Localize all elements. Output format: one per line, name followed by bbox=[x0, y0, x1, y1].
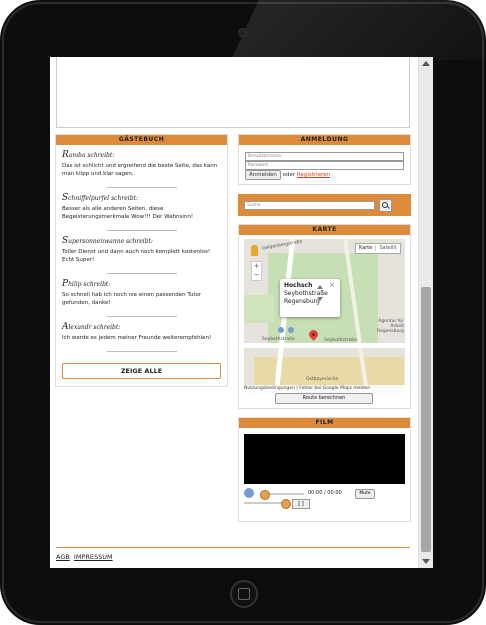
entry-text: So schnell hab ich noch nie einen passen… bbox=[62, 292, 202, 306]
login-panel: ANMELDUNG Benutzername Passwort Anmelden… bbox=[238, 134, 411, 185]
impressum-link[interactable]: IMPRESSUM bbox=[74, 553, 113, 561]
play-icon[interactable] bbox=[244, 488, 254, 498]
info-line: Regensburg bbox=[284, 298, 320, 305]
map-type-map[interactable]: Karte bbox=[356, 245, 375, 251]
pegman-icon[interactable] bbox=[251, 245, 258, 256]
info-scroll-arrows-icon[interactable] bbox=[317, 283, 325, 309]
page-footer: AGB IMPRESSUM bbox=[56, 547, 410, 561]
register-link[interactable]: Registrieren bbox=[297, 172, 330, 178]
guestbook-entry: Supersonnenwanne schreibt: Toller Dienst … bbox=[56, 231, 227, 274]
entry-author-name: upersonnenwanne schreibt: bbox=[68, 238, 153, 245]
entry-divider bbox=[106, 351, 177, 352]
browser-viewport: GÄSTEBUCH Ramba schreibt: Das ist schlich… bbox=[50, 57, 433, 568]
map-park-area-small bbox=[244, 295, 274, 323]
map-poi-label: Ostbayerische bbox=[306, 377, 339, 382]
entry-text: Besser als alle anderen Seiten, diese Be… bbox=[62, 206, 194, 220]
film-title: FILM bbox=[239, 418, 410, 428]
map-title: KARTE bbox=[239, 225, 410, 235]
film-panel: FILM 00:00 / 00:00 Mute [ ] bbox=[238, 417, 411, 522]
map-poi-icon bbox=[278, 327, 284, 333]
camera-icon bbox=[238, 28, 247, 37]
video-controls: 00:00 / 00:00 Mute [ ] bbox=[244, 487, 405, 509]
search-panel: Suche bbox=[238, 194, 411, 216]
search-icon[interactable] bbox=[379, 199, 392, 212]
entry-author: Alexandr schreibt: bbox=[62, 322, 221, 332]
show-all-button[interactable]: ZEIGE ALLE bbox=[62, 363, 221, 379]
volume-handle[interactable] bbox=[281, 499, 291, 509]
login-actions: Anmelden oder Registrieren bbox=[245, 170, 330, 180]
progress-handle[interactable] bbox=[260, 490, 270, 500]
route-button[interactable]: Route berechnen bbox=[275, 393, 373, 404]
entry-text: Ich werde es jedem meiner Freunde weiter… bbox=[62, 335, 212, 341]
agb-link[interactable]: AGB bbox=[56, 553, 70, 561]
scroll-down-icon[interactable] bbox=[422, 559, 430, 564]
guestbook-entry: Philip schreibt: So schnell hab ich noch … bbox=[56, 274, 227, 317]
guestbook-entry: Alexandr schreibt: Ich werde es jedem mei… bbox=[56, 317, 227, 352]
guestbook-entries: Ramba schreibt: Das ist schlicht und ergr… bbox=[56, 145, 227, 352]
map-type-control: Karte Satellit bbox=[355, 243, 401, 254]
login-button[interactable]: Anmelden bbox=[245, 170, 281, 180]
entry-author: Supersonnenwanne schreibt: bbox=[62, 236, 221, 246]
map-panel: KARTE Galgenbergstraße Seybothstraße Sey… bbox=[238, 224, 411, 409]
screen-glare bbox=[231, 0, 486, 60]
map-footer[interactable]: Nutzungsbedingungen | Fehler bei Google … bbox=[244, 385, 405, 393]
entry-author: Ramba schreibt: bbox=[62, 150, 221, 160]
map-road bbox=[244, 343, 405, 348]
entry-text: Toller Dienst und dann auch noch komplet… bbox=[62, 249, 211, 263]
entry-author: Schniffelpurfel schreibt: bbox=[62, 193, 221, 203]
time-display: 00:00 / 00:00 bbox=[308, 490, 342, 496]
top-content-area bbox=[56, 57, 410, 128]
guestbook-panel: GÄSTEBUCH Ramba schreibt: Das ist schlich… bbox=[55, 134, 228, 387]
entry-author-name: lexandr schreibt: bbox=[68, 324, 121, 331]
tablet-frame: GÄSTEBUCH Ramba schreibt: Das ist schlich… bbox=[0, 0, 486, 625]
google-map[interactable]: Galgenbergstraße Seybothstraße Seybothst… bbox=[244, 239, 405, 393]
scroll-thumb[interactable] bbox=[421, 287, 431, 552]
video-player[interactable] bbox=[244, 434, 405, 484]
info-line: Seybothstraße bbox=[284, 290, 328, 297]
home-button-icon[interactable] bbox=[230, 580, 258, 608]
scrollbar[interactable] bbox=[418, 57, 433, 568]
entry-text: Das ist schlicht und ergreifend die best… bbox=[62, 163, 218, 177]
map-street-label: Galgenbergstraße bbox=[261, 239, 303, 252]
map-street-label: Seybothstraße bbox=[262, 337, 295, 342]
entry-author-name: hilip schreibt: bbox=[68, 281, 111, 288]
guestbook-entry: Schniffelpurfel schreibt: Besser als alle… bbox=[56, 188, 227, 231]
search-input[interactable]: Suche bbox=[244, 201, 375, 210]
map-poi-icon bbox=[288, 327, 294, 333]
username-input[interactable]: Benutzername bbox=[245, 152, 404, 161]
scroll-up-icon[interactable] bbox=[422, 61, 430, 66]
entry-author-name: amba schreibt: bbox=[68, 152, 115, 159]
map-street-label: Seybothstraße bbox=[324, 338, 357, 343]
mute-button[interactable]: Mute bbox=[355, 489, 375, 499]
close-icon[interactable]: × bbox=[329, 281, 335, 289]
entry-author-initial: R bbox=[62, 150, 69, 160]
entry-author: Philip schreibt: bbox=[62, 279, 221, 289]
map-info-window: Hochsch Seybothstraße Regensburg × bbox=[280, 279, 340, 317]
guestbook-title: GÄSTEBUCH bbox=[56, 135, 227, 145]
map-poi-label: Agentur für Arbeit Regensburg bbox=[377, 319, 404, 334]
entry-author-name: chniffelpurfel schreibt: bbox=[68, 195, 138, 202]
login-title: ANMELDUNG bbox=[239, 135, 410, 145]
guestbook-entry: Ramba schreibt: Das ist schlicht und ergr… bbox=[56, 145, 227, 188]
or-text: oder bbox=[282, 172, 296, 178]
password-input[interactable]: Passwort bbox=[245, 161, 404, 170]
map-type-satellite[interactable]: Satellit bbox=[375, 245, 400, 251]
fullscreen-button[interactable]: [ ] bbox=[292, 499, 310, 509]
zoom-control[interactable]: + − bbox=[251, 261, 262, 281]
